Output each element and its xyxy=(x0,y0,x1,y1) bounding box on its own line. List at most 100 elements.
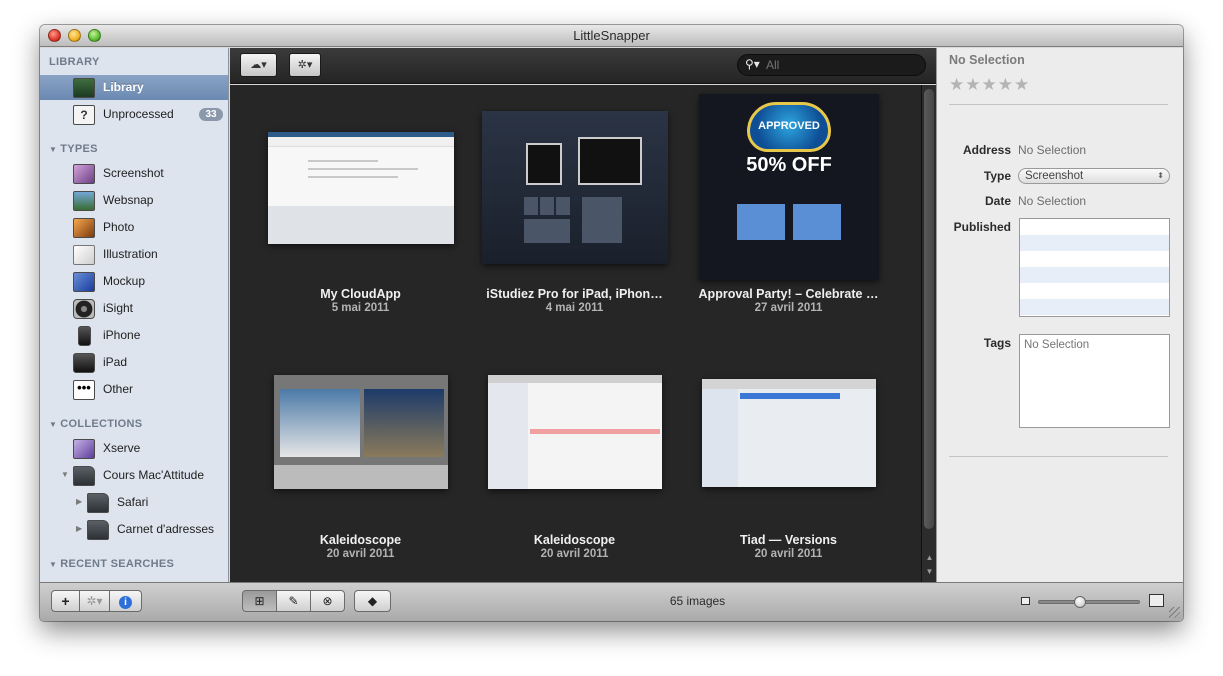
thumbnail-istudiez[interactable] xyxy=(482,111,668,264)
zoom-window-button[interactable] xyxy=(88,29,101,42)
rating-stars[interactable]: ★★★★★ xyxy=(949,75,1030,95)
item-date: 20 avril 2011 xyxy=(754,548,823,560)
sidebar-item-label: Other xyxy=(103,382,134,396)
sidebar: LIBRARY Library ? Unprocessed 33 ▼ TYPES … xyxy=(40,48,229,582)
search-input[interactable] xyxy=(766,57,916,73)
search-icon: ⚲▾ xyxy=(745,57,760,71)
sidebar-item-ipad[interactable]: iPad xyxy=(40,350,228,375)
star-icon[interactable]: ★ xyxy=(949,75,965,94)
sidebar-item-label: Photo xyxy=(103,220,135,234)
thumb-selection-row xyxy=(740,393,840,399)
folder-icon xyxy=(73,466,95,486)
grid-scrollbar[interactable]: ▲ ▼ xyxy=(921,85,936,582)
sidebar-item-library[interactable]: Library xyxy=(40,75,228,100)
item-date: 20 avril 2011 xyxy=(540,548,609,560)
sidebar-item-other[interactable]: ••• Other xyxy=(40,377,228,402)
cloud-button[interactable]: ☁▾ xyxy=(240,53,277,77)
recent-searches-header[interactable]: ▼ RECENT SEARCHES xyxy=(49,558,174,570)
disclosure-triangle-icon[interactable]: ▼ xyxy=(61,470,69,479)
star-icon[interactable]: ★ xyxy=(998,75,1014,94)
types-header[interactable]: ▼ TYPES xyxy=(49,143,98,155)
thumb-block xyxy=(556,197,570,215)
sidebar-item-label: Xserve xyxy=(103,441,141,455)
large-thumbnail-icon xyxy=(1149,594,1164,607)
thumb-screenshot xyxy=(793,204,841,240)
sidebar-item-websnap[interactable]: Websnap xyxy=(40,188,228,213)
mockup-icon xyxy=(73,272,95,292)
sidebar-item-label: Screenshot xyxy=(103,166,164,180)
thumb-sidebar xyxy=(488,383,528,489)
thumb-block xyxy=(582,197,622,243)
grid-item[interactable]: My CloudApp 5 mai 2011 xyxy=(254,97,467,337)
thumb-device xyxy=(578,137,642,185)
sidebar-item-unprocessed[interactable]: ? Unprocessed 33 xyxy=(40,102,228,127)
sidebar-item-screenshot[interactable]: Screenshot xyxy=(40,161,228,186)
sidebar-item-label: iPhone xyxy=(103,328,141,342)
close-window-button[interactable] xyxy=(48,29,61,42)
collections-header[interactable]: ▼ COLLECTIONS xyxy=(49,418,142,430)
disclosure-triangle-icon[interactable]: ▶ xyxy=(76,497,82,506)
grid-item[interactable]: APPROVED 50% OFF Approval Party! – Celeb… xyxy=(682,94,895,337)
thumbnail-my-cloudapp[interactable] xyxy=(268,132,454,244)
divider xyxy=(949,104,1168,105)
thumb-line xyxy=(308,160,378,162)
item-date: 20 avril 2011 xyxy=(326,548,395,560)
resize-grip-icon[interactable] xyxy=(1169,607,1180,618)
folder-icon xyxy=(87,520,109,540)
sidebar-item-photo[interactable]: Photo xyxy=(40,215,228,240)
cloud-icon: ☁▾ xyxy=(250,59,267,71)
sidebar-item-isight[interactable]: iSight xyxy=(40,296,228,321)
thumb-header-bar xyxy=(702,379,876,389)
thumb-footer xyxy=(274,465,448,489)
websnap-icon xyxy=(73,191,95,211)
thumb-image-left xyxy=(280,389,360,457)
type-select[interactable]: Screenshot ⬍ xyxy=(1018,168,1170,184)
sidebar-item-iphone[interactable]: iPhone xyxy=(40,323,228,348)
unprocessed-icon: ? xyxy=(73,105,95,125)
grid-item[interactable]: Tiad — Versions 20 avril 2011 xyxy=(682,343,895,582)
star-icon[interactable]: ★ xyxy=(965,75,981,94)
item-date: 4 mai 2011 xyxy=(545,302,604,314)
thumbnail-kaleidoscope-2[interactable] xyxy=(488,375,662,489)
disclosure-triangle-icon: ▼ xyxy=(49,420,58,429)
disclosure-triangle-icon: ▼ xyxy=(49,145,58,154)
thumbnail-kaleidoscope-1[interactable] xyxy=(274,375,448,489)
search-field[interactable]: ⚲▾ xyxy=(737,54,926,76)
select-arrows-icon: ⬍ xyxy=(1157,171,1164,180)
action-gear-button[interactable]: ✲▾ xyxy=(289,53,321,77)
thumbnail-approval-party[interactable]: APPROVED 50% OFF xyxy=(699,94,879,280)
sidebar-item-cours-mac-attitude[interactable]: ▼ Cours Mac'Attitude xyxy=(40,463,228,488)
library-icon xyxy=(73,78,95,98)
published-list[interactable] xyxy=(1019,218,1170,317)
thumbnail-tiad-versions[interactable] xyxy=(702,379,876,487)
item-title: My CloudApp xyxy=(320,287,401,301)
screenshot-icon xyxy=(73,164,95,184)
sidebar-item-carnet-adresses[interactable]: ▶ Carnet d'adresses xyxy=(40,517,228,542)
disclosure-triangle-icon[interactable]: ▶ xyxy=(76,524,82,533)
sidebar-item-xserve[interactable]: Xserve xyxy=(40,436,228,461)
sidebar-item-safari[interactable]: ▶ Safari xyxy=(40,490,228,515)
thumb-header-bar xyxy=(488,375,662,383)
scroll-up-arrow-icon[interactable]: ▲ xyxy=(924,553,935,562)
collections-header-label: COLLECTIONS xyxy=(60,418,143,430)
tags-field[interactable] xyxy=(1019,334,1170,428)
sidebar-item-label: Carnet d'adresses xyxy=(117,522,215,536)
thumb-block xyxy=(540,197,554,215)
recent-searches-header-label: RECENT SEARCHES xyxy=(60,558,175,570)
grid-item[interactable]: iStudiez Pro for iPad, iPhon… 4 mai 2011 xyxy=(468,97,681,337)
grid-item[interactable]: Kaleidoscope 20 avril 2011 xyxy=(468,343,681,582)
grid-item[interactable]: Kaleidoscope 20 avril 2011 xyxy=(254,343,467,582)
iphone-icon xyxy=(78,326,91,346)
star-icon[interactable]: ★ xyxy=(1014,75,1030,94)
scrollbar-knob[interactable] xyxy=(924,89,934,529)
star-icon[interactable]: ★ xyxy=(982,75,998,94)
window-title: LittleSnapper xyxy=(573,28,650,43)
zoom-slider[interactable] xyxy=(1038,596,1140,608)
item-title: Approval Party! – Celebrate … xyxy=(698,287,879,301)
thumb-block xyxy=(524,219,570,243)
sidebar-item-mockup[interactable]: Mockup xyxy=(40,269,228,294)
sidebar-item-illustration[interactable]: Illustration xyxy=(40,242,228,267)
scroll-down-arrow-icon[interactable]: ▼ xyxy=(924,567,935,576)
minimize-window-button[interactable] xyxy=(68,29,81,42)
gear-icon: ✲▾ xyxy=(297,59,313,71)
